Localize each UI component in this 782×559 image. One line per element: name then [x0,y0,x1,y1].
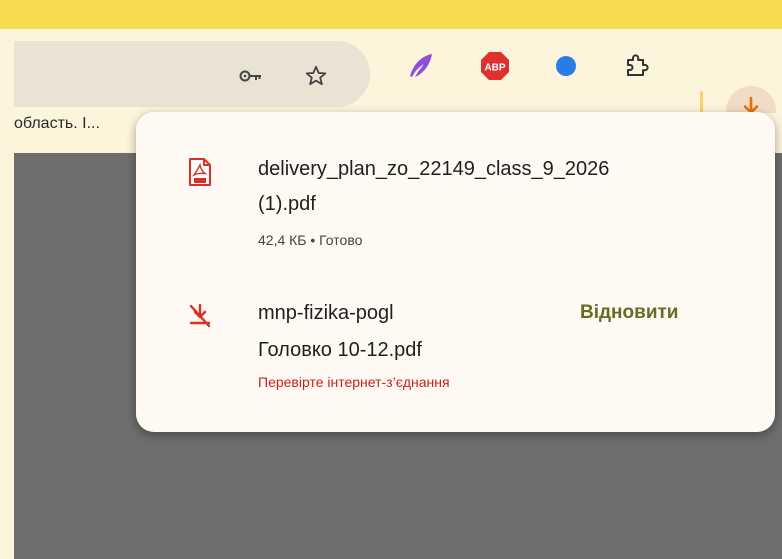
resume-button[interactable]: Відновити [580,302,679,324]
download-file-name[interactable]: delivery_plan_zo_22149_class_9_2026 [258,152,609,186]
pdf-file-icon [188,158,212,186]
downloads-popup: delivery_plan_zo_22149_class_9_2026 (1).… [136,112,775,432]
download-file-name[interactable]: mnp-fizika-pogl [258,296,394,330]
bookmark-item[interactable]: область. І... [14,115,100,133]
browser-toolbar: ABP [14,29,782,136]
puzzle-icon[interactable] [620,50,652,82]
feather-icon[interactable] [404,50,436,82]
address-bar[interactable] [14,41,370,107]
adblock-plus-icon[interactable]: ABP [479,50,511,82]
download-failed-icon [188,302,212,330]
blue-dot-icon[interactable] [550,50,582,82]
download-status: 42,4 КБ • Готово [258,232,363,248]
download-file-name-continued[interactable]: Головко 10-12.pdf [258,333,422,367]
download-file-name-continued[interactable]: (1).pdf [258,187,316,221]
window-top-bar [0,0,782,29]
download-item[interactable]: mnp-fizika-pogl Головко 10-12.pdf Переві… [136,302,775,402]
svg-text:ABP: ABP [484,63,505,74]
download-item[interactable]: delivery_plan_zo_22149_class_9_2026 (1).… [136,158,775,268]
key-icon[interactable] [238,63,264,89]
star-icon[interactable] [303,63,329,89]
download-error-status: Перевірте інтернет-з’єднання [258,374,450,390]
